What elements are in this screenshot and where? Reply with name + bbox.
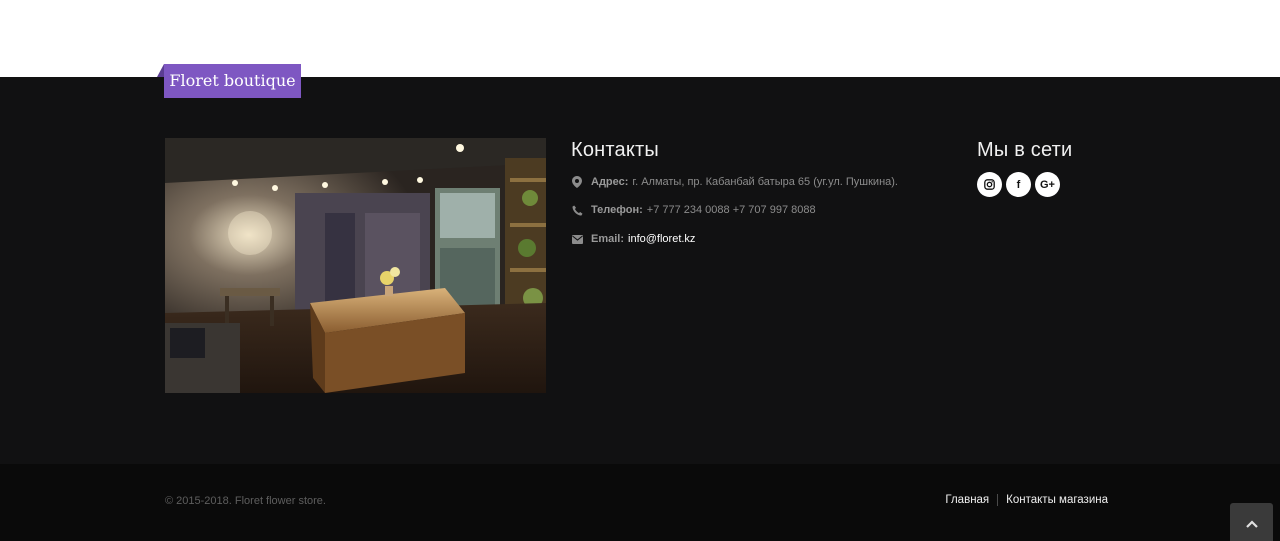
contacts-section: Контакты Адрес: г. Алматы, пр. Кабанбай … xyxy=(571,138,951,245)
email-link[interactable]: info@floret.kz xyxy=(628,233,695,245)
nav-separator xyxy=(997,494,999,506)
brand-tag[interactable]: Floret boutique xyxy=(164,64,301,98)
social-title: Мы в сети xyxy=(977,139,1073,161)
phone-label: Телефон: xyxy=(591,204,643,216)
footer-bottom: © 2015-2018. Floret flower store. Главна… xyxy=(0,464,1280,541)
envelope-icon xyxy=(571,233,583,245)
nav-link-store-contacts[interactable]: Контакты магазина xyxy=(1006,494,1108,506)
contacts-title: Контакты xyxy=(571,139,659,161)
email-label: Email: xyxy=(591,233,625,245)
social-section: Мы в сети f G+ xyxy=(977,138,1177,197)
address-label: Адрес: xyxy=(591,176,629,188)
back-to-top-button[interactable] xyxy=(1230,503,1273,541)
contact-address: Адрес: г. Алматы, пр. Кабанбай батыра 65… xyxy=(571,176,898,188)
store-interior-image xyxy=(165,138,546,393)
brand-tag-fold xyxy=(157,64,164,77)
contact-phone: Телефон: +7 777 234 0088 +7 707 997 8088 xyxy=(571,204,816,216)
phone-value[interactable]: +7 777 234 0088 +7 707 997 8088 xyxy=(647,204,816,216)
map-marker-icon xyxy=(571,176,583,188)
social-icons: f G+ xyxy=(977,172,1060,197)
contact-email: Email: info@floret.kz xyxy=(571,233,695,245)
phone-icon xyxy=(571,204,583,216)
copyright-text: © 2015-2018. Floret flower store. xyxy=(165,495,326,507)
store-photo xyxy=(165,138,546,393)
instagram-icon[interactable] xyxy=(977,172,1002,197)
footer-nav: Главная Контакты магазина xyxy=(945,494,1108,506)
google-plus-icon[interactable]: G+ xyxy=(1035,172,1060,197)
nav-link-home[interactable]: Главная xyxy=(945,494,989,506)
facebook-icon[interactable]: f xyxy=(1006,172,1031,197)
address-value: г. Алматы, пр. Кабанбай батыра 65 (уг.ул… xyxy=(632,176,898,188)
chevron-up-icon xyxy=(1245,513,1258,532)
